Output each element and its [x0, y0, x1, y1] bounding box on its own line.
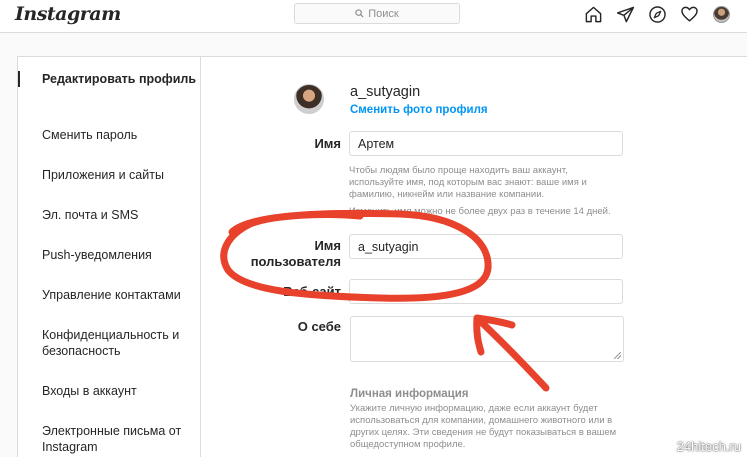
website-field[interactable]	[349, 279, 623, 304]
sidebar-item-privacy[interactable]: Конфиденциальность и безопасность	[18, 327, 188, 359]
username-field[interactable]: a_sutyagin	[349, 234, 623, 259]
change-photo-link[interactable]: Сменить фото профиля	[350, 104, 488, 116]
profile-photo[interactable]	[294, 84, 324, 114]
name-hint: Чтобы людям было проще находить ваш акка…	[349, 165, 587, 200]
direct-icon[interactable]	[615, 4, 635, 24]
sidebar-item-edit-profile[interactable]: Редактировать профиль	[18, 71, 201, 87]
sidebar-item-emails[interactable]: Электронные письма от Instagram	[18, 423, 193, 455]
sidebar-item-email-sms[interactable]: Эл. почта и SMS	[18, 207, 201, 223]
profile-username: a_sutyagin	[350, 84, 421, 100]
website-label: Веб-сайт	[283, 284, 341, 299]
instagram-logo[interactable]: Instagram	[15, 3, 121, 25]
sidebar-item-contacts[interactable]: Управление контактами	[18, 287, 201, 303]
explore-icon[interactable]	[647, 4, 667, 24]
activity-icon[interactable]	[679, 4, 699, 24]
home-icon[interactable]	[583, 4, 603, 24]
watermark: 24hitech.ru	[676, 439, 741, 454]
profile-avatar[interactable]	[711, 4, 731, 24]
name-change-limit-hint: Изменить имя можно не более двух раз в т…	[349, 206, 611, 217]
edit-profile-form: a_sutyagin Сменить фото профиля Имя Арте…	[201, 57, 747, 457]
bio-textarea[interactable]	[350, 316, 624, 362]
name-label: Имя	[314, 136, 341, 151]
settings-card: Редактировать профиль Сменить пароль При…	[17, 56, 747, 457]
settings-sidebar: Редактировать профиль Сменить пароль При…	[18, 57, 201, 457]
bio-label: О себе	[297, 319, 341, 334]
avatar	[712, 5, 730, 23]
sidebar-item-login-activity[interactable]: Входы в аккаунт	[18, 383, 201, 399]
name-field[interactable]: Артем	[349, 131, 623, 156]
search-placeholder: Поиск	[368, 7, 399, 20]
search-input[interactable]: Поиск	[294, 3, 460, 24]
personal-info-title: Личная информация	[350, 388, 469, 400]
username-label: Имя пользователя	[250, 238, 341, 269]
sidebar-item-change-password[interactable]: Сменить пароль	[18, 127, 201, 143]
top-navigation: Instagram Поиск	[0, 0, 747, 33]
sidebar-item-push[interactable]: Push-уведомления	[18, 247, 201, 263]
personal-info-hint: Укажите личную информацию, даже если акк…	[350, 403, 617, 450]
resize-handle[interactable]	[614, 352, 621, 359]
sidebar-item-apps[interactable]: Приложения и сайты	[18, 167, 201, 183]
search-icon	[355, 9, 364, 18]
